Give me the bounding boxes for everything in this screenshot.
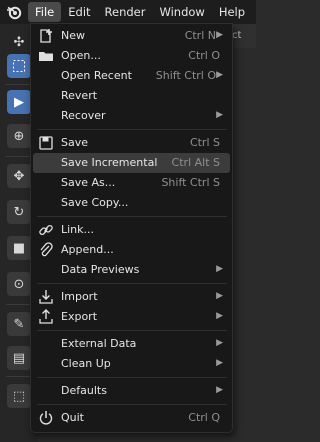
menu-item-recover[interactable]: Recover ▶	[33, 106, 230, 126]
blender-logo-icon[interactable]	[0, 0, 28, 24]
submenu-arrow-icon: ▶	[216, 338, 223, 348]
link-icon	[38, 222, 54, 238]
menu-item-revert[interactable]: Revert	[33, 86, 230, 106]
menu-item-save-copy[interactable]: Save Copy...	[33, 193, 230, 213]
import-icon	[38, 289, 54, 305]
file-menu-dropdown: New Ctrl N ▶ Open... Ctrl O Open Recent …	[30, 23, 233, 433]
submenu-arrow-icon: ▶	[216, 385, 223, 395]
rotate-tool-icon[interactable]: ↻	[7, 200, 31, 224]
cursor-tool-icon[interactable]: ⊕	[7, 124, 31, 148]
menu-item-defaults[interactable]: Defaults ▶	[33, 381, 230, 401]
menu-separator	[37, 129, 227, 130]
menu-item-link[interactable]: Link...	[33, 220, 230, 240]
box-select-tool-icon[interactable]	[7, 54, 31, 78]
menu-help[interactable]: Help	[212, 2, 252, 22]
menu-file[interactable]: File	[28, 2, 62, 22]
menu-item-external-data[interactable]: External Data ▶	[33, 334, 230, 354]
menu-item-import[interactable]: Import ▶	[33, 287, 230, 307]
menu-edit[interactable]: Edit	[61, 2, 97, 22]
menu-item-data-previews[interactable]: Data Previews ▶	[33, 260, 230, 280]
menu-separator	[37, 377, 227, 378]
append-icon	[38, 242, 54, 258]
menu-separator	[37, 330, 227, 331]
menu-item-open-recent[interactable]: Open Recent Shift Ctrl O ▶	[33, 66, 230, 86]
folder-icon	[38, 48, 54, 64]
menu-item-clean-up[interactable]: Clean Up ▶	[33, 354, 230, 374]
menu-render[interactable]: Render	[98, 2, 153, 22]
menu-item-append[interactable]: Append...	[33, 240, 230, 260]
top-menubar: File Edit Render Window Help	[0, 0, 256, 24]
menu-item-open[interactable]: Open... Ctrl O	[33, 46, 230, 66]
export-icon	[38, 309, 54, 325]
scale-tool-icon[interactable]: ■	[7, 236, 31, 260]
menu-separator	[37, 404, 227, 405]
submenu-arrow-icon: ▶	[216, 358, 223, 368]
menu-item-save-as[interactable]: Save As... Shift Ctrl S	[33, 173, 230, 193]
save-icon	[38, 135, 54, 151]
submenu-arrow-icon: ▶	[216, 30, 223, 40]
menu-item-save[interactable]: Save Ctrl S	[33, 133, 230, 153]
transform-pivot-icon[interactable]: ✣	[7, 30, 31, 54]
transform-tool-icon[interactable]: ⊙	[7, 272, 31, 296]
submenu-arrow-icon: ▶	[216, 110, 223, 120]
menu-item-new[interactable]: New Ctrl N ▶	[33, 26, 230, 46]
power-icon	[38, 410, 54, 426]
annotate-tool-icon[interactable]: ✎	[7, 312, 31, 336]
submenu-arrow-icon: ▶	[216, 311, 223, 321]
menu-item-export[interactable]: Export ▶	[33, 307, 230, 327]
menu-item-save-incremental[interactable]: Save Incremental Ctrl Alt S	[33, 153, 230, 173]
submenu-arrow-icon: ▶	[216, 264, 223, 274]
move-tool-icon[interactable]: ✥	[7, 164, 31, 188]
menu-window[interactable]: Window	[152, 2, 211, 22]
add-cube-tool-icon[interactable]: ⬚	[7, 384, 31, 408]
menu-separator	[37, 216, 227, 217]
menu-separator	[37, 283, 227, 284]
submenu-arrow-icon: ▶	[216, 291, 223, 301]
measure-tool-icon[interactable]: ▤	[7, 346, 31, 370]
new-file-icon	[38, 28, 54, 44]
menu-item-quit[interactable]: Quit Ctrl Q	[33, 408, 230, 428]
select-tool-icon[interactable]: ▶	[7, 90, 31, 114]
submenu-arrow-icon: ▶	[216, 70, 223, 80]
